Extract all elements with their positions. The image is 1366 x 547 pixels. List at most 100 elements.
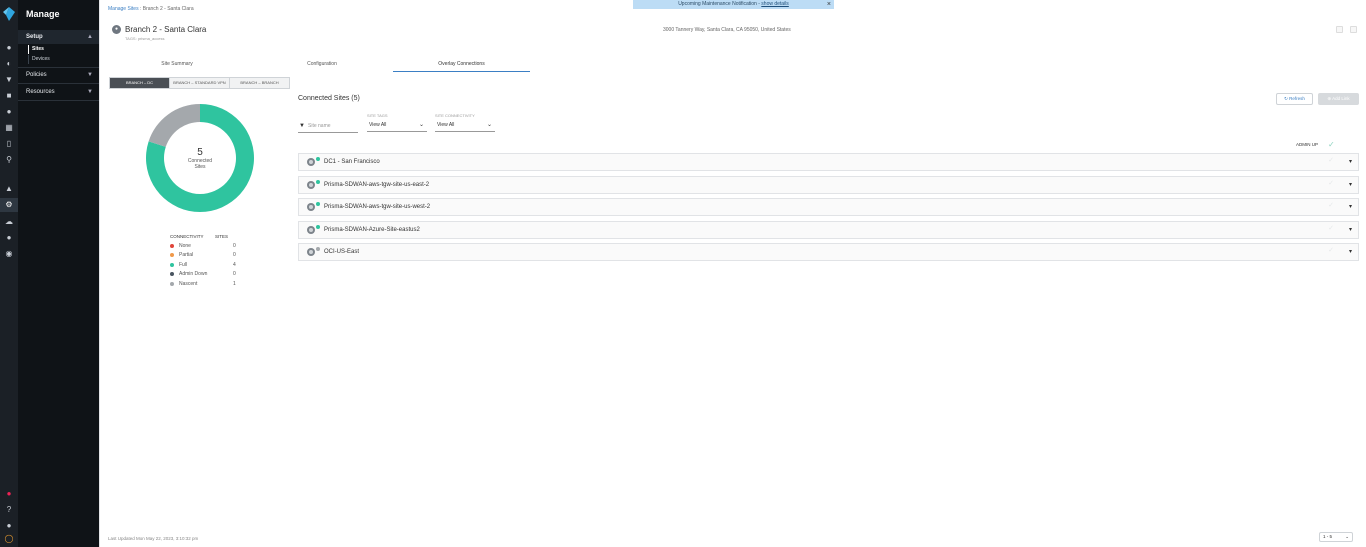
site-row[interactable]: Prisma-SDWAN-Azure-Site-eastus2 ✓ ▾ bbox=[298, 220, 1359, 239]
refresh-button[interactable]: ↻ Refresh bbox=[1276, 93, 1313, 105]
chevron-down-icon: ▼ bbox=[87, 89, 93, 95]
filter-icon: ▼ bbox=[299, 123, 305, 129]
legend-value: 0 bbox=[233, 242, 236, 249]
tab-configuration[interactable]: Configuration bbox=[275, 60, 369, 72]
app-root: ● ◐ ▼ ■ ● ▦ ▯ ⚲ ▲ ⚙ ☁ ● ◉ ● ? ● ◯ Manage… bbox=[0, 0, 1366, 547]
site-name: OCI-US-East bbox=[324, 249, 360, 255]
admin-up-label: ADMIN UP bbox=[1296, 142, 1319, 147]
add-link-button[interactable]: ⊕ Add Link bbox=[1318, 93, 1359, 105]
pagination-select[interactable]: 1 - 5 ⌄ bbox=[1319, 532, 1353, 542]
dashboard-icon[interactable]: ◐ bbox=[4, 59, 14, 69]
site-connectivity-value: View All bbox=[437, 122, 455, 128]
chevron-down-icon: ▼ bbox=[87, 72, 93, 78]
site-row[interactable]: Prisma-SDWAN-aws-tgw-site-us-east-2 ✓ ▾ bbox=[298, 175, 1359, 194]
notification-icon[interactable]: ● bbox=[4, 489, 14, 499]
site-row[interactable]: Prisma-SDWAN-aws-tgw-site-us-west-2 ✓ ▾ bbox=[298, 198, 1359, 216]
gear-icon[interactable]: ⚙ bbox=[4, 200, 14, 210]
legend-color-dot bbox=[170, 243, 174, 248]
segment-branch-branch[interactable]: BRANCH – BRANCH bbox=[230, 78, 289, 88]
nav-divider bbox=[18, 100, 99, 101]
caret-down-icon[interactable]: ▾ bbox=[1349, 244, 1352, 261]
site-name: DC1 - San Francisco bbox=[324, 159, 380, 165]
breadcrumb-link[interactable]: Manage Sites bbox=[108, 6, 139, 12]
network-icon[interactable]: ◉ bbox=[4, 249, 14, 259]
site-row[interactable]: OCI-US-East ✓ ▾ bbox=[298, 243, 1359, 261]
profile-icon[interactable]: ● bbox=[4, 521, 14, 531]
tab-overlay-connections[interactable]: Overlay Connections bbox=[393, 60, 530, 72]
site-icon bbox=[307, 225, 315, 234]
site-name-filter[interactable]: ▼ Site name bbox=[298, 121, 358, 133]
site-name: Prisma-SDWAN-Azure-Site-eastus2 bbox=[324, 226, 420, 233]
site-type-icon: ● bbox=[112, 25, 121, 34]
caret-down-icon[interactable]: ▾ bbox=[1349, 154, 1352, 171]
admin-up-check-icon[interactable]: ✓ bbox=[1328, 156, 1334, 164]
legend-value: 0 bbox=[233, 252, 236, 259]
nav-item-sites[interactable]: Sites bbox=[28, 45, 44, 54]
shield-icon[interactable]: ▼ bbox=[4, 75, 14, 85]
breadcrumb-current: Branch 2 - Santa Clara bbox=[142, 6, 194, 12]
edit-icon[interactable] bbox=[1336, 26, 1343, 33]
search-icon[interactable]: ⚲ bbox=[4, 155, 14, 165]
user-icon[interactable]: ● bbox=[4, 107, 14, 117]
site-connectivity-select[interactable]: View All ⌄ bbox=[435, 120, 495, 132]
nav-item-devices[interactable]: Devices bbox=[28, 55, 50, 64]
last-updated: Last Updated Mon May 22, 2023, 3:10:32 p… bbox=[108, 536, 199, 541]
document-icon[interactable]: ▯ bbox=[4, 139, 14, 149]
page-title: Branch 2 - Santa Clara bbox=[125, 25, 207, 34]
site-address: 3000 Tannery Way, Santa Clara, CA 95050,… bbox=[663, 27, 791, 33]
brand-logo-icon[interactable] bbox=[3, 7, 15, 21]
site-tags-value: View All bbox=[369, 122, 387, 128]
connected-label-sites: Sites bbox=[194, 163, 206, 170]
admin-up-check-icon[interactable]: ✓ bbox=[1328, 201, 1334, 209]
status-dot bbox=[316, 179, 320, 184]
analytics-icon[interactable]: ▲ bbox=[4, 184, 14, 194]
connected-sites-title: Connected Sites (5) bbox=[298, 95, 360, 102]
clipboard-icon[interactable]: ■ bbox=[4, 91, 14, 101]
admin-up-check-icon[interactable]: ✓ bbox=[1328, 246, 1334, 254]
legend-header-connectivity: CONNECTIVITY bbox=[170, 234, 204, 239]
status-ring-icon[interactable]: ◯ bbox=[4, 534, 14, 544]
legend-header-sites: SITES bbox=[215, 234, 229, 239]
bell-icon[interactable]: ● bbox=[4, 233, 14, 243]
segment-branch-standard-vpn[interactable]: BRANCH – STANDARD VPN bbox=[170, 78, 230, 88]
breadcrumb-separator: : bbox=[139, 6, 142, 12]
site-tags-filter: SITE TAGS View All ⌄ bbox=[367, 113, 427, 133]
admin-up-check-icon[interactable]: ✓ bbox=[1328, 179, 1334, 187]
caret-down-icon[interactable]: ▾ bbox=[1349, 199, 1352, 216]
location-icon[interactable]: ● bbox=[4, 43, 14, 53]
site-row[interactable]: DC1 - San Francisco ✓ ▾ bbox=[298, 153, 1359, 171]
legend-label: Full bbox=[179, 261, 188, 268]
cloud-icon[interactable]: ☁ bbox=[4, 217, 14, 227]
site-tags-label: SITE TAGS bbox=[367, 113, 388, 118]
admin-up-toggle-icon[interactable]: ✓ bbox=[1328, 140, 1335, 149]
caret-down-icon[interactable]: ▾ bbox=[1349, 177, 1352, 194]
nav-section-policies[interactable]: Policies ▼ bbox=[18, 68, 99, 82]
legend-rows: None 0 Partial 0 Full 4 Admin Down 0 Nascent 1 bbox=[170, 241, 240, 289]
nav-section-label: Policies bbox=[26, 72, 47, 78]
site-icon bbox=[307, 180, 315, 189]
site-icon bbox=[307, 203, 315, 211]
help-icon[interactable]: ? bbox=[4, 505, 14, 515]
grid-icon[interactable]: ▦ bbox=[4, 123, 14, 133]
site-tags-select[interactable]: View All ⌄ bbox=[367, 120, 427, 132]
site-connectivity-filter: SITE CONNECTIVITY View All ⌄ bbox=[435, 113, 495, 133]
segment-branch-dc[interactable]: BRANCH – DC bbox=[110, 78, 170, 88]
banner-show-details-link[interactable]: show details bbox=[761, 1, 789, 7]
admin-up-check-icon[interactable]: ✓ bbox=[1328, 224, 1334, 232]
donut-center: 5 Connected Sites bbox=[145, 103, 255, 213]
nav-section-resources[interactable]: Resources ▼ bbox=[18, 85, 99, 99]
tab-site-summary[interactable]: Site Summary bbox=[130, 60, 224, 72]
tab-bar: Site Summary Configuration Overlay Conne… bbox=[130, 60, 1366, 72]
legend-row: Partial 0 bbox=[170, 251, 240, 261]
site-name: Prisma-SDWAN-aws-tgw-site-us-west-2 bbox=[324, 204, 431, 210]
caret-down-icon[interactable]: ▾ bbox=[1349, 222, 1352, 239]
refresh-icon: ↻ bbox=[1284, 96, 1288, 101]
breadcrumb: Manage Sites : Branch 2 - Santa Clara bbox=[108, 6, 194, 12]
close-icon[interactable]: × bbox=[827, 0, 831, 9]
main-content: Manage Sites : Branch 2 - Santa Clara Up… bbox=[99, 0, 1366, 547]
more-icon[interactable] bbox=[1350, 26, 1357, 33]
nav-section-setup[interactable]: Setup ▲ bbox=[18, 30, 99, 44]
maintenance-banner: Upcoming Maintenance Notification - show… bbox=[633, 0, 834, 9]
site-icon bbox=[307, 158, 315, 166]
legend-row: Nascent 1 bbox=[170, 279, 240, 289]
